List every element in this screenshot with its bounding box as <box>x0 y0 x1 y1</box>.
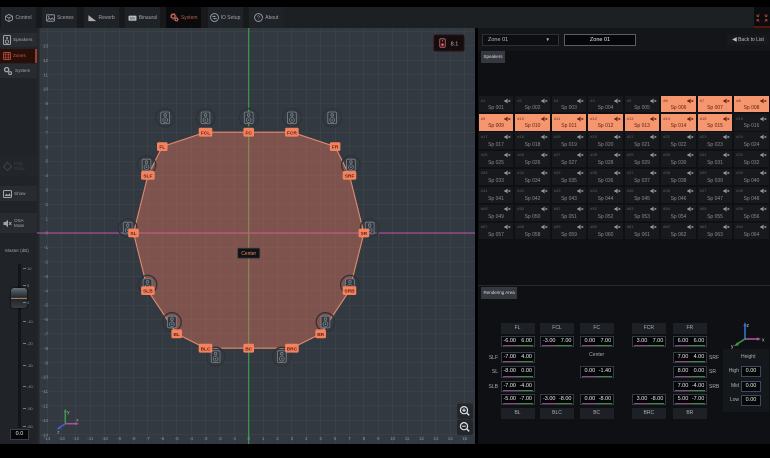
svg-text:10: 10 <box>43 87 49 92</box>
svg-text:-14: -14 <box>44 436 51 441</box>
svg-text:BRC: BRC <box>287 346 298 352</box>
svg-text:-5: -5 <box>44 303 48 308</box>
svg-text:11: 11 <box>405 436 410 441</box>
svg-text:FCL: FCL <box>201 130 210 136</box>
svg-text:Center: Center <box>241 251 256 257</box>
svg-text:-4: -4 <box>189 436 193 441</box>
svg-text:FC: FC <box>245 130 252 136</box>
svg-text:FR: FR <box>332 145 339 151</box>
svg-text:-3: -3 <box>203 436 207 441</box>
svg-text:13: 13 <box>433 436 439 441</box>
svg-text:x: x <box>762 338 765 344</box>
svg-text:-2: -2 <box>44 260 48 265</box>
svg-text:BC: BC <box>245 346 252 352</box>
svg-text:-12: -12 <box>73 436 80 441</box>
svg-text:12: 12 <box>419 436 425 441</box>
svg-text:-13: -13 <box>41 418 48 423</box>
svg-text:11: 11 <box>43 72 48 77</box>
svg-text:-12: -12 <box>41 404 48 409</box>
svg-text:-10: -10 <box>41 375 48 380</box>
svg-text:SLF: SLF <box>143 174 152 180</box>
svg-text:-6: -6 <box>160 436 164 441</box>
svg-text:14: 14 <box>448 436 454 441</box>
svg-text:-7: -7 <box>146 436 150 441</box>
svg-text:SLB: SLB <box>143 289 153 295</box>
svg-text:y: y <box>731 344 734 350</box>
svg-text:-9: -9 <box>44 360 48 365</box>
svg-text:BR: BR <box>317 332 324 338</box>
svg-text:-3: -3 <box>44 274 48 279</box>
svg-text:12: 12 <box>43 58 49 63</box>
svg-text:-5: -5 <box>175 436 179 441</box>
svg-text:SRB: SRB <box>344 289 355 295</box>
svg-text:-2: -2 <box>218 436 222 441</box>
svg-text:-7: -7 <box>44 332 48 337</box>
svg-text:8.1: 8.1 <box>451 41 459 47</box>
svg-text:-1: -1 <box>44 245 48 250</box>
svg-text:bin: bin <box>130 16 135 20</box>
svg-text:13: 13 <box>43 44 49 49</box>
svg-text:?: ? <box>257 16 260 22</box>
svg-text:-9: -9 <box>117 436 121 441</box>
svg-text:z: z <box>747 323 750 329</box>
svg-text:BL: BL <box>173 332 179 338</box>
svg-text:10: 10 <box>390 436 396 441</box>
svg-text:-10: -10 <box>101 436 108 441</box>
svg-text:-6: -6 <box>44 317 48 322</box>
svg-text:-4: -4 <box>44 288 48 293</box>
svg-text:SR: SR <box>361 231 368 237</box>
svg-text:FL: FL <box>159 145 165 151</box>
svg-text:-1: -1 <box>232 436 236 441</box>
svg-text:BLC: BLC <box>201 346 211 352</box>
svg-text:-13: -13 <box>58 436 65 441</box>
svg-text:-8: -8 <box>131 436 135 441</box>
svg-text:15: 15 <box>462 436 468 441</box>
svg-text:-11: -11 <box>42 389 49 394</box>
svg-text:-11: -11 <box>87 436 94 441</box>
svg-text:-8: -8 <box>44 346 48 351</box>
svg-text:FCR: FCR <box>287 130 297 136</box>
svg-text:SL: SL <box>130 231 136 237</box>
svg-text:SRF: SRF <box>345 174 355 180</box>
